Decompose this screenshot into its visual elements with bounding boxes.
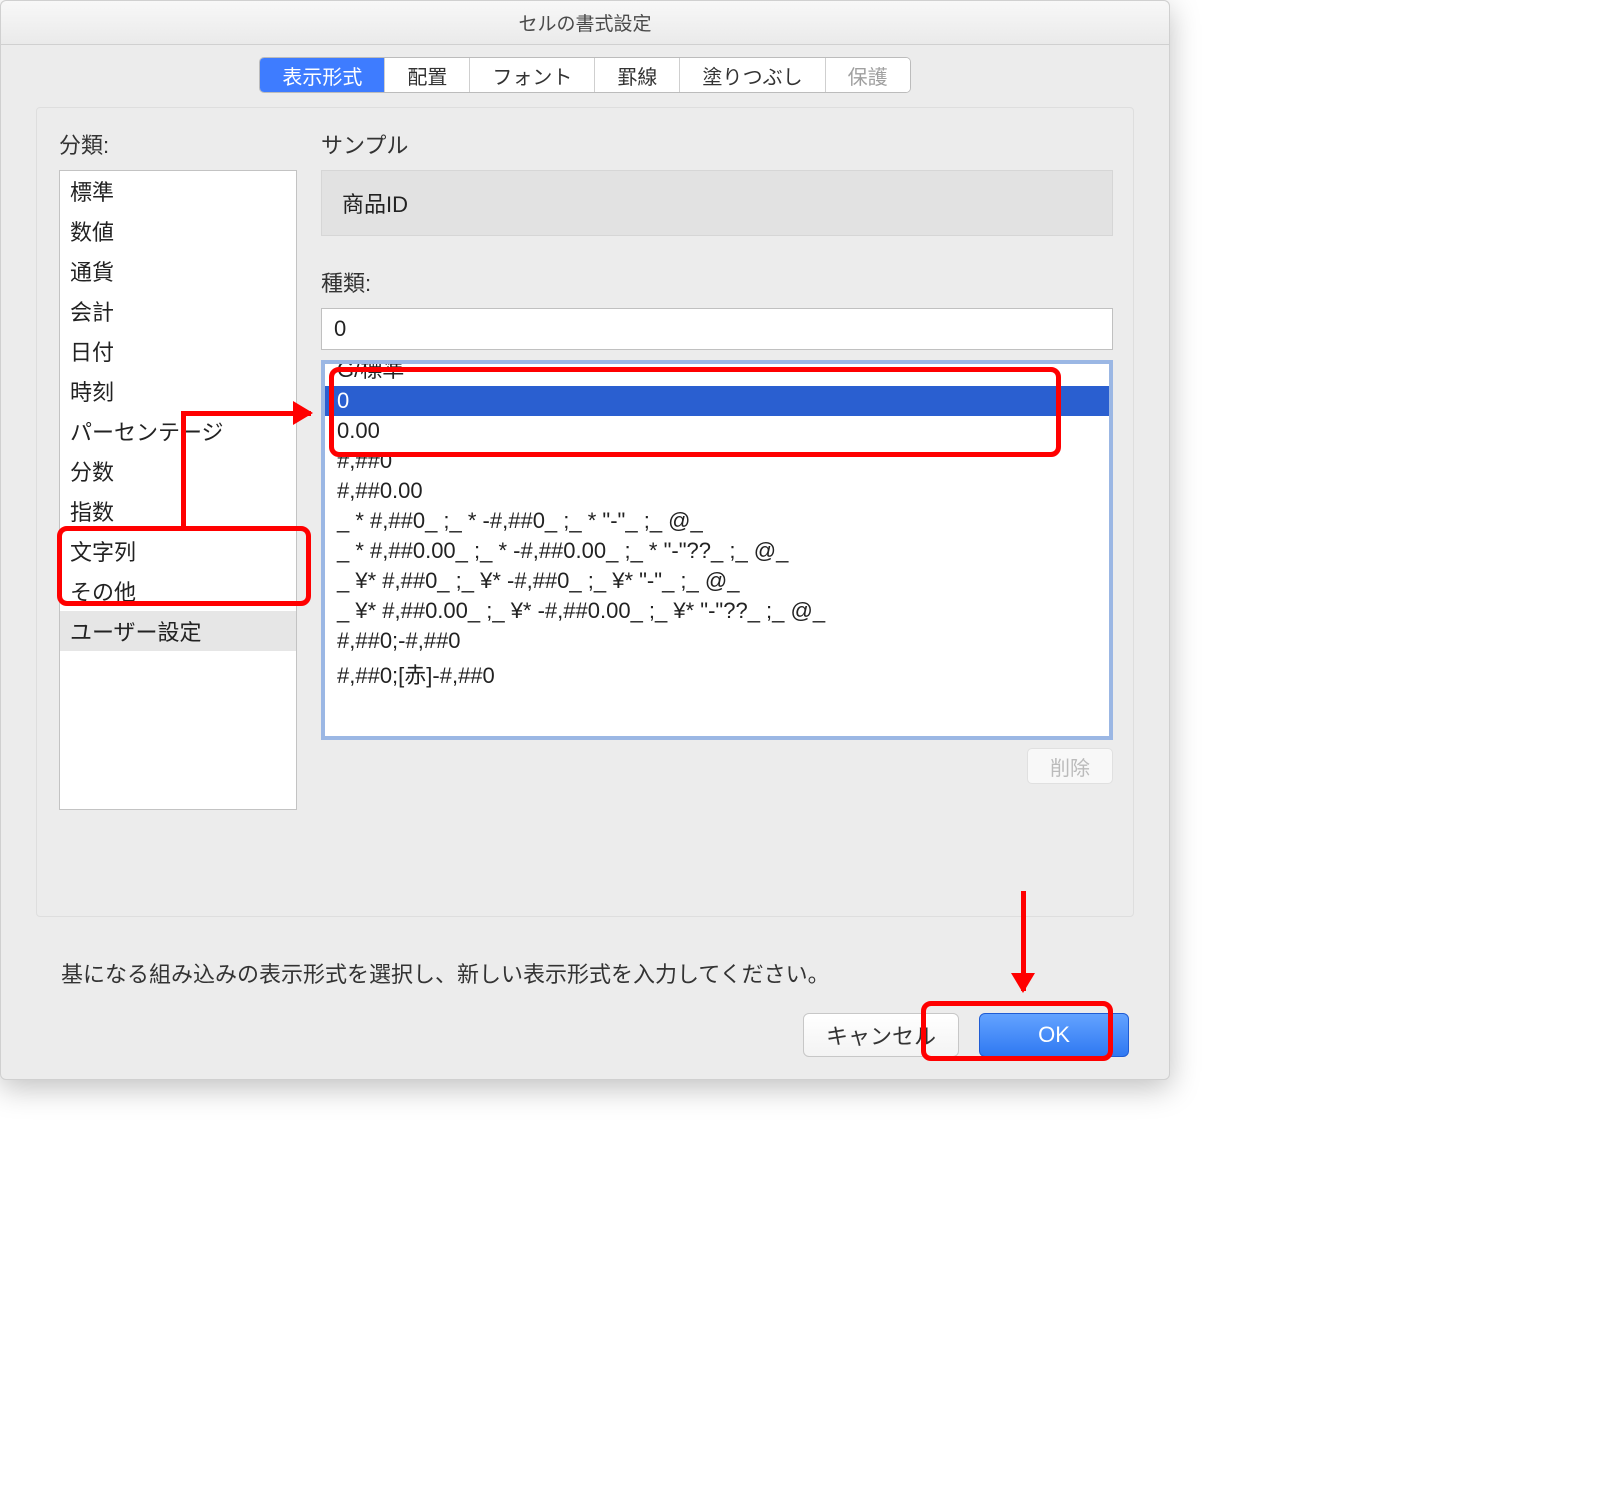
tab-borders[interactable]: 罫線: [595, 58, 680, 92]
category-item-scientific[interactable]: 指数: [60, 491, 296, 531]
tab-number-format[interactable]: 表示形式: [260, 58, 385, 92]
tabs-container: 表示形式 配置 フォント 罫線 塗りつぶし 保護: [259, 57, 910, 93]
type-item[interactable]: _ ¥* #,##0.00_ ;_ ¥* -#,##0.00_ ;_ ¥* "-…: [325, 596, 1109, 626]
cancel-button[interactable]: キャンセル: [803, 1013, 959, 1057]
type-item-selected[interactable]: 0: [325, 386, 1109, 416]
tab-fill[interactable]: 塗りつぶし: [680, 58, 825, 92]
category-item-time[interactable]: 時刻: [60, 371, 296, 411]
footer-instruction: 基になる組み込みの表示形式を選択し、新しい表示形式を入力してください。: [61, 957, 830, 989]
content-panel: 分類: 標準 数値 通貨 会計 日付 時刻 パーセンテージ 分数 指数 文字列 …: [36, 107, 1134, 917]
category-list[interactable]: 標準 数値 通貨 会計 日付 時刻 パーセンテージ 分数 指数 文字列 その他 …: [59, 170, 297, 810]
category-item-other[interactable]: その他: [60, 571, 296, 611]
sample-value: 商品ID: [342, 187, 408, 219]
type-item[interactable]: _ * #,##0.00_ ;_ * -#,##0.00_ ;_ * "-"??…: [325, 536, 1109, 566]
type-item[interactable]: _ * #,##0_ ;_ * -#,##0_ ;_ * "-"_ ;_ @_: [325, 506, 1109, 536]
category-item-accounting[interactable]: 会計: [60, 291, 296, 331]
ok-button[interactable]: OK: [979, 1013, 1129, 1057]
type-item[interactable]: #,##0: [325, 446, 1109, 476]
tab-alignment[interactable]: 配置: [385, 58, 470, 92]
type-item[interactable]: G/標準: [325, 360, 1109, 386]
category-item-standard[interactable]: 標準: [60, 171, 296, 211]
type-item[interactable]: #,##0.00: [325, 476, 1109, 506]
type-item[interactable]: #,##0;[赤]-#,##0: [325, 656, 1109, 692]
sample-display: 商品ID: [321, 170, 1113, 236]
button-bar: キャンセル OK: [803, 1013, 1129, 1057]
delete-button: 削除: [1027, 748, 1113, 784]
type-input[interactable]: [321, 308, 1113, 350]
category-item-fraction[interactable]: 分数: [60, 451, 296, 491]
right-column: サンプル 商品ID 種類: G/標準 0 0.00 #,##0 #,##0.00…: [321, 128, 1113, 784]
tab-protection[interactable]: 保護: [826, 58, 910, 92]
tab-bar: 表示形式 配置 フォント 罫線 塗りつぶし 保護: [1, 45, 1169, 85]
window-title: セルの書式設定: [1, 1, 1169, 45]
category-item-custom[interactable]: ユーザー設定: [60, 611, 296, 651]
category-item-percentage[interactable]: パーセンテージ: [60, 411, 296, 451]
category-item-date[interactable]: 日付: [60, 331, 296, 371]
tab-font[interactable]: フォント: [470, 58, 595, 92]
category-item-currency[interactable]: 通貨: [60, 251, 296, 291]
title-text: セルの書式設定: [518, 9, 651, 36]
category-item-number[interactable]: 数値: [60, 211, 296, 251]
left-column: 分類: 標準 数値 通貨 会計 日付 時刻 パーセンテージ 分数 指数 文字列 …: [59, 128, 297, 810]
type-item[interactable]: 0.00: [325, 416, 1109, 446]
sample-label: サンプル: [321, 128, 1113, 160]
category-label: 分類:: [59, 128, 297, 160]
type-list[interactable]: G/標準 0 0.00 #,##0 #,##0.00 _ * #,##0_ ;_…: [321, 360, 1113, 740]
category-item-text[interactable]: 文字列: [60, 531, 296, 571]
type-item[interactable]: _ ¥* #,##0_ ;_ ¥* -#,##0_ ;_ ¥* "-"_ ;_ …: [325, 566, 1109, 596]
type-item[interactable]: #,##0;-#,##0: [325, 626, 1109, 656]
format-cells-dialog: セルの書式設定 表示形式 配置 フォント 罫線 塗りつぶし 保護 分類: 標準 …: [0, 0, 1170, 1080]
type-label: 種類:: [321, 266, 1113, 298]
